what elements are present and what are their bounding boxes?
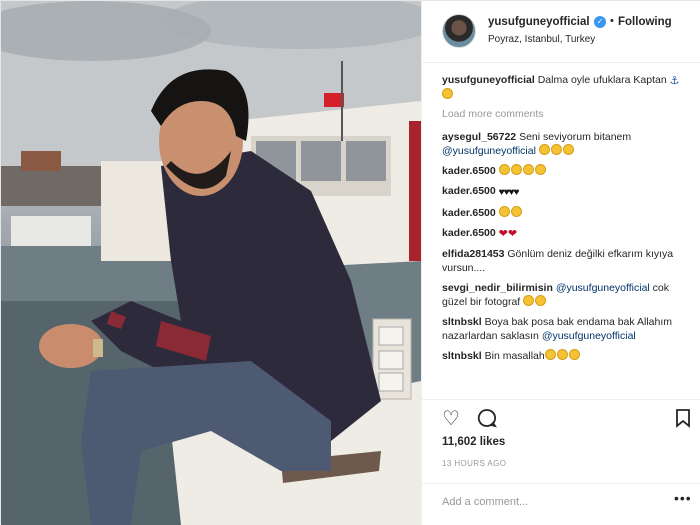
kiss-emoji-icon — [498, 164, 510, 175]
comment-mention[interactable]: @yusufguneyofficial — [542, 330, 636, 342]
add-comment-bar: ••• — [422, 483, 700, 525]
black-heart-emoji-icon: ♥♥♥♥ — [498, 187, 520, 198]
photo-illustration — [1, 1, 421, 525]
comment-item: aysegul_56722 Seni seviyorum bitanem @yu… — [442, 130, 692, 158]
comment-mention[interactable]: @yusufguneyofficial — [556, 282, 650, 294]
kiss-emoji-icon — [510, 164, 522, 175]
kiss-emoji-icon — [568, 349, 580, 360]
add-comment-input[interactable] — [442, 492, 662, 512]
verified-badge-icon: ✓ — [594, 16, 606, 28]
comment-username[interactable]: kader.6500 — [442, 165, 496, 177]
kiss-emoji-icon — [534, 164, 546, 175]
post-actions: ♡ 11,602 likes 13 HOURS AGO — [422, 399, 700, 489]
kiss-emoji-icon — [544, 349, 556, 360]
comment-item: kader.6500 ♥♥♥♥ — [442, 184, 692, 200]
smile-emoji-icon — [550, 144, 562, 155]
anchor-emoji-icon: ⚓ — [669, 75, 680, 87]
comment-item: sltnbskl Boya bak posa bak endama bak Al… — [442, 315, 692, 343]
post-header: yusufguneyofficial ✓ • Following Poyraz,… — [422, 1, 700, 63]
comment-username[interactable]: kader.6500 — [442, 185, 496, 197]
smile-emoji-icon — [523, 295, 535, 306]
comment-username[interactable]: kader.6500 — [442, 207, 496, 219]
separator-dot: • — [610, 15, 614, 27]
smile-emoji-icon — [442, 88, 453, 99]
comment-username[interactable]: kader.6500 — [442, 227, 496, 239]
location-link[interactable]: Poyraz, Istanbul, Turkey — [488, 34, 595, 45]
caption: yusufguneyofficial Dalma oyle ufuklara K… — [442, 73, 692, 102]
smile-emoji-icon — [562, 144, 574, 155]
post-photo[interactable] — [1, 1, 421, 525]
comment-item: kader.6500 — [442, 164, 692, 178]
ellipsis-icon[interactable]: ••• — [674, 490, 692, 506]
load-more-comments-button[interactable]: Load more comments — [442, 108, 692, 120]
caption-username[interactable]: yusufguneyofficial — [442, 74, 535, 86]
heart-icon[interactable]: ♡ — [440, 408, 462, 430]
instagram-post: yusufguneyofficial ✓ • Following Poyraz,… — [0, 0, 700, 525]
smile-emoji-icon — [538, 144, 550, 155]
post-side-panel: yusufguneyofficial ✓ • Following Poyraz,… — [421, 1, 700, 525]
smile-emoji-icon — [535, 295, 547, 306]
comment-icon[interactable] — [476, 408, 498, 430]
comment-username[interactable]: elfida281453 — [442, 248, 504, 260]
comment-text: Bin masallah — [484, 350, 545, 362]
comment-username[interactable]: sevgi_nedir_bilirmisin — [442, 282, 553, 294]
comment-item: elfida281453 Gönlüm deniz değilki efkarı… — [442, 247, 692, 275]
like-count[interactable]: 11,602 likes — [442, 436, 505, 448]
author-username[interactable]: yusufguneyofficial — [488, 16, 590, 28]
comment-text: Seni seviyorum bitanem — [519, 131, 632, 143]
comment-item: kader.6500 ❤❤ — [442, 226, 692, 241]
red-heart-emoji-icon: ❤❤ — [498, 228, 518, 240]
comment-username[interactable]: sltnbskl — [442, 350, 482, 362]
heart-eyes-emoji-icon — [510, 206, 522, 217]
comment-item: sltnbskl Bin masallah — [442, 349, 692, 363]
heart-eyes-emoji-icon — [498, 206, 510, 217]
comment-item: kader.6500 — [442, 206, 692, 220]
comment-mention[interactable]: @yusufguneyofficial — [442, 145, 536, 157]
post-timestamp[interactable]: 13 HOURS AGO — [442, 459, 506, 468]
comment-username[interactable]: aysegul_56722 — [442, 131, 516, 143]
avatar[interactable] — [442, 14, 476, 48]
comment-item: sevgi_nedir_bilirmisin @yusufguneyoffici… — [442, 281, 692, 309]
comment-username[interactable]: sltnbskl — [442, 316, 482, 328]
bookmark-icon[interactable] — [672, 408, 694, 430]
kiss-emoji-icon — [522, 164, 534, 175]
kiss-emoji-icon — [556, 349, 568, 360]
comment-list: yusufguneyofficial Dalma oyle ufuklara K… — [442, 73, 692, 369]
following-button[interactable]: Following — [618, 16, 672, 28]
caption-text: Dalma oyle ufuklara Kaptan — [537, 74, 667, 86]
